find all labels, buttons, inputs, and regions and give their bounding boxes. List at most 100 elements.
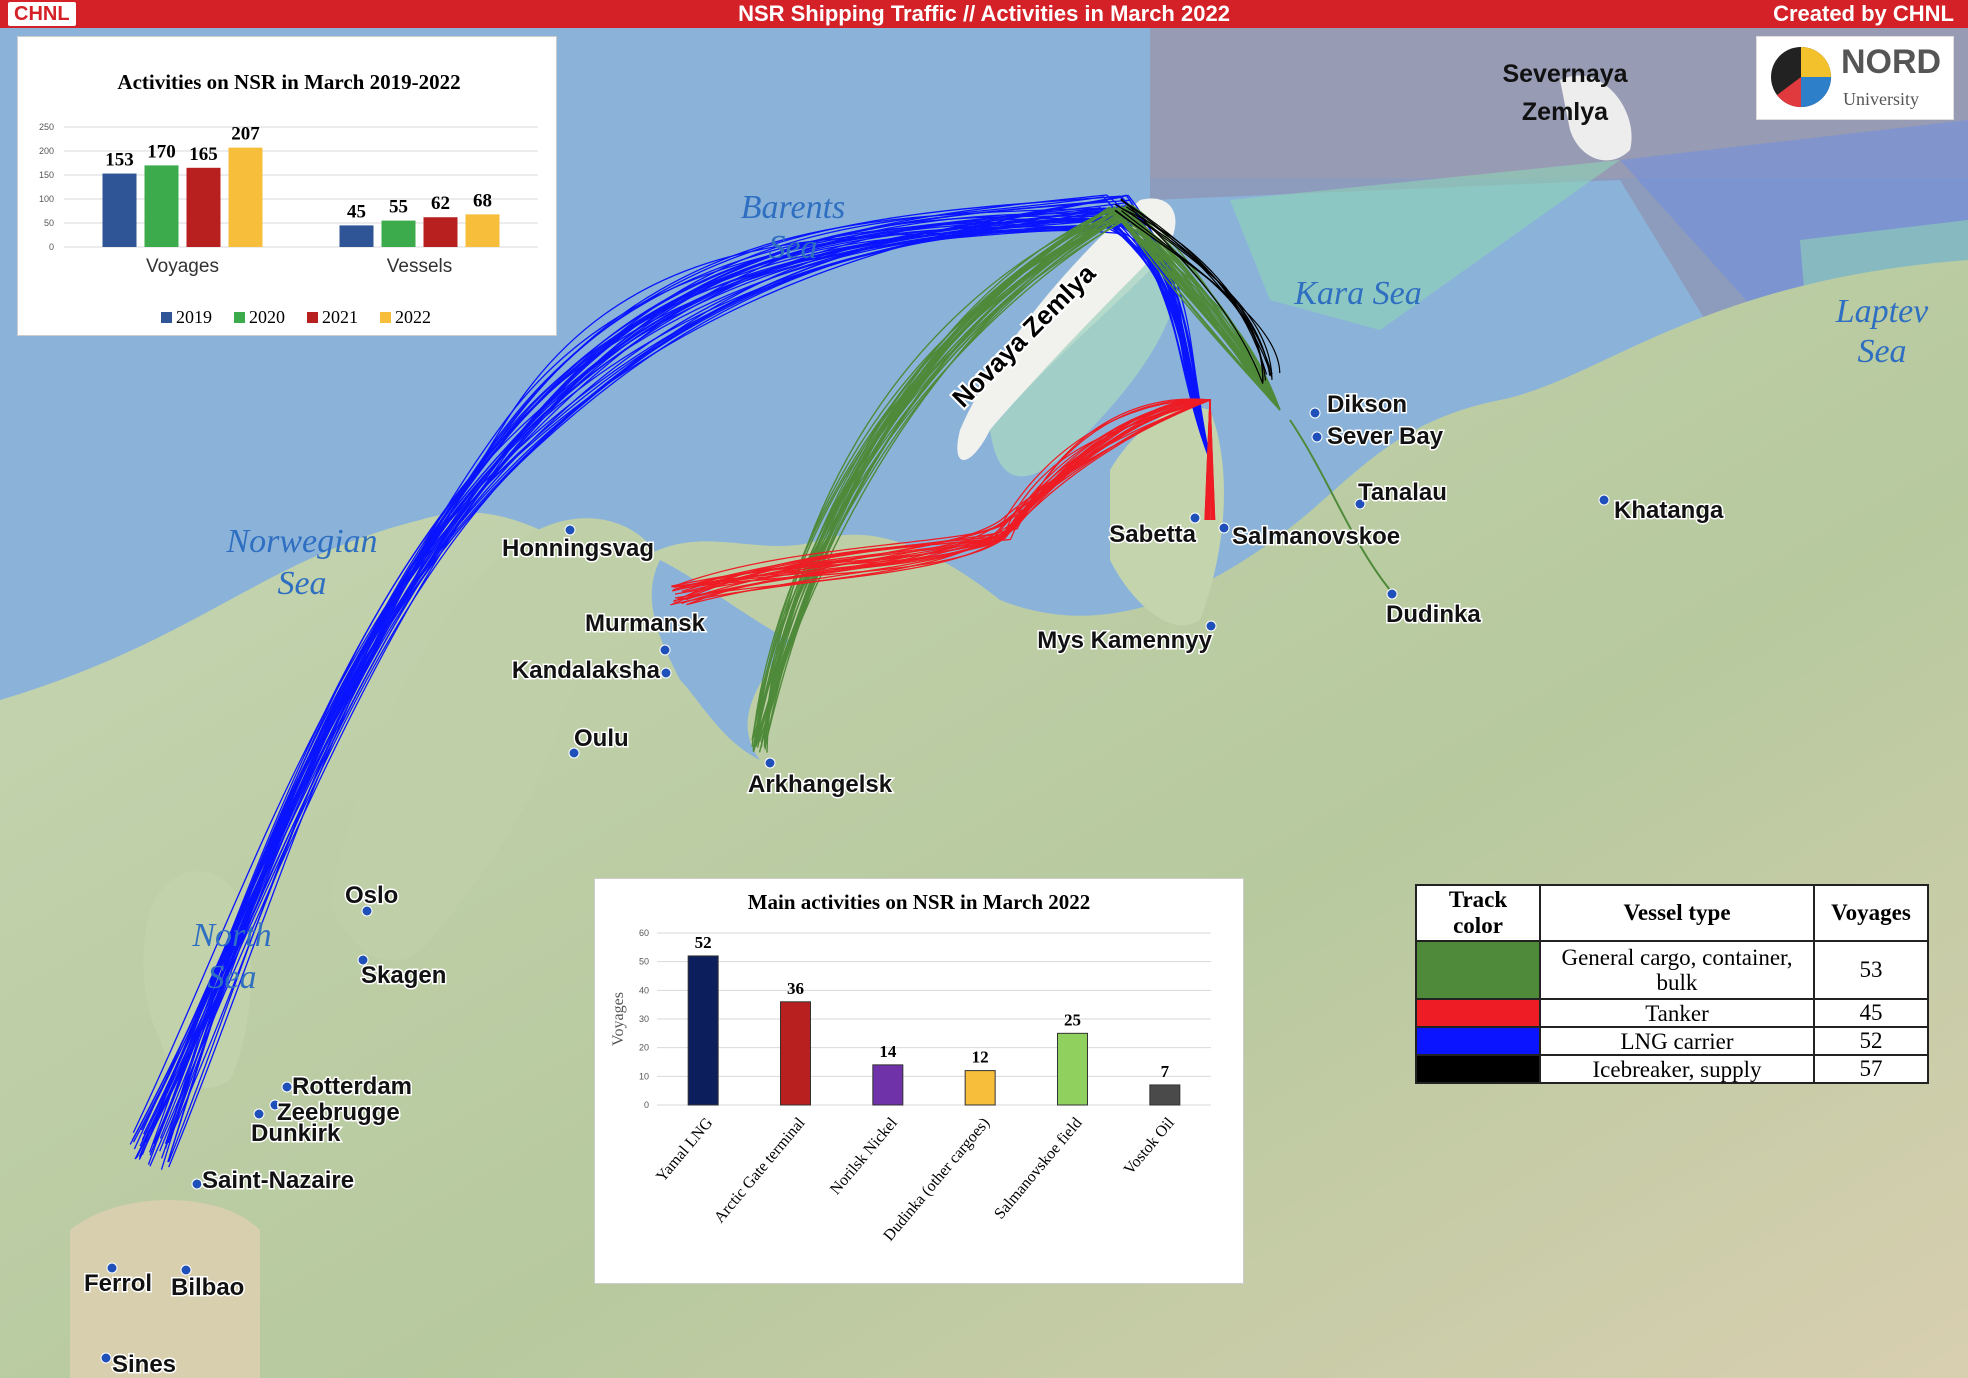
chart2-category-label: Yamal LNG: [653, 1114, 716, 1185]
legend-voyages: 45: [1813, 998, 1929, 1028]
legend-row: General cargo, container, bulk 53: [1415, 940, 1929, 1000]
chart2-bar: [780, 1001, 811, 1106]
chart1-data-label: 170: [147, 141, 176, 162]
legend-row: LNG carrier 52: [1415, 1026, 1929, 1056]
place-label-rotterdam: Rotterdam: [292, 1073, 412, 1100]
place-label-oulu: Oulu: [574, 725, 629, 752]
chart1-legend-label: 2020: [249, 307, 285, 327]
chart2-data-label: 52: [695, 933, 712, 952]
place-label-khatanga: Khatanga: [1614, 497, 1724, 524]
place-label-sabetta: Sabetta: [1109, 521, 1196, 548]
chart1-legend-swatch: [307, 312, 318, 323]
place-label-tanalau: Tanalau: [1358, 479, 1447, 506]
credit-text: Created by CHNL: [1773, 1, 1954, 26]
chart2-data-label: 12: [972, 1048, 989, 1067]
chart2-ytick: 30: [639, 1014, 649, 1024]
place-marker-salmanovskoe: [1218, 522, 1230, 534]
legend-voyages: 53: [1813, 940, 1929, 1000]
legend-header-color: Track color: [1415, 884, 1541, 942]
sea-label-kara: Kara Sea: [1293, 275, 1422, 312]
place-label-dikson: Dikson: [1327, 391, 1407, 418]
chart1-bar: [339, 225, 374, 247]
chart2-data-label: 14: [879, 1042, 897, 1061]
chart1-legend-swatch: [234, 312, 245, 323]
chart2-ytick: 0: [644, 1100, 649, 1110]
chart-panel-2019-2022: Activities on NSR in March 2019-2022 0 50 1…: [17, 36, 557, 336]
chart1-legend-label: 2019: [176, 307, 212, 327]
chart2-category-label: Salmanovskoe field: [991, 1115, 1085, 1223]
place-label-salmanovskoe: Salmanovskoe: [1232, 523, 1400, 550]
chart2-bar: [1149, 1084, 1181, 1106]
chart1-bar: [423, 217, 458, 247]
chart2-ytick: 60: [639, 928, 649, 938]
chart1-ytick: 0: [49, 242, 54, 252]
place-marker-honningsvag: [564, 524, 576, 536]
place-label-arkhangelsk: Arkhangelsk: [748, 771, 893, 798]
chart1-bar: [144, 165, 179, 247]
chart2-ylabel: Voyages: [610, 992, 627, 1046]
place-label-mys-kamennyy: Mys Kamennyy: [1037, 627, 1212, 654]
place-marker-khatanga: [1598, 494, 1610, 506]
place-marker-rotterdam: [281, 1081, 293, 1093]
chart1-ytick: 50: [44, 218, 54, 228]
chart2-data-label: 7: [1161, 1062, 1170, 1081]
place-marker-dudinka: [1386, 588, 1398, 600]
chart1-ytick: 250: [39, 122, 54, 132]
nord-logo-sub: University: [1843, 89, 1919, 109]
chart2-data-label: 25: [1064, 1010, 1081, 1029]
chart1-bar: [381, 220, 416, 247]
chart1-title: Activities on NSR in March 2019-2022: [117, 70, 460, 94]
chart2-ytick: 10: [639, 1071, 649, 1081]
place-marker-kandalaksha: [660, 667, 672, 679]
legend-color-swatch: [1415, 998, 1541, 1028]
chart2-category-label: Vostok Oil: [1121, 1114, 1178, 1178]
chart1-legend-swatch: [380, 312, 391, 323]
chart1-category-label: Vessels: [387, 256, 452, 277]
legend-voyages: 52: [1813, 1026, 1929, 1056]
chart1-data-label: 68: [473, 190, 492, 211]
place-label-sever-bay: Sever Bay: [1327, 423, 1444, 450]
place-label-dunkirk: Dunkirk: [251, 1120, 341, 1147]
chart1-legend-swatch: [161, 312, 172, 323]
legend-header-voyages: Voyages: [1813, 884, 1929, 942]
legend-row: Tanker 45: [1415, 998, 1929, 1028]
place-marker-dunkirk: [253, 1108, 265, 1120]
sea-label-north-2: Sea: [207, 959, 256, 996]
map-title: NSR Shipping Traffic // Activities in Ma…: [738, 1, 1230, 26]
chart1-bar: [228, 147, 263, 247]
legend-color-swatch: [1415, 940, 1541, 1000]
chart2-ytick: 20: [639, 1043, 649, 1053]
chart-main-activities-2022: Main activities on NSR in March 2022 0 10 2…: [610, 890, 1211, 1244]
sea-label-laptev-1: Laptev: [1835, 293, 1929, 330]
place-label-ferrol: Ferrol: [84, 1270, 152, 1297]
place-label-murmansk: Murmansk: [585, 610, 706, 637]
sea-label-norwegian-2: Sea: [277, 565, 326, 602]
legend-vessel-type: Icebreaker, supply: [1539, 1054, 1815, 1084]
legend-color-swatch: [1415, 1026, 1541, 1056]
chart-panel-main-activities: Main activities on NSR in March 2022 0 10 2…: [594, 878, 1244, 1284]
sea-label-barents-2: Sea: [768, 229, 817, 266]
chart1-ytick: 100: [39, 194, 54, 204]
chart1-category-label: Voyages: [146, 256, 219, 277]
chart2-title: Main activities on NSR in March 2022: [748, 890, 1091, 914]
chart2-bar: [964, 1070, 996, 1106]
chart2-ytick: 50: [639, 957, 649, 967]
place-marker-murmansk: [659, 644, 671, 656]
sea-label-norwegian-1: Norwegian: [225, 523, 377, 560]
place-marker-sines: [100, 1352, 112, 1364]
chart2-category-label: Arctic Gate terminal: [711, 1114, 809, 1226]
nord-university-logo: NORD University: [1756, 36, 1954, 120]
place-label-bilbao: Bilbao: [171, 1274, 244, 1301]
chart1-data-label: 62: [431, 193, 450, 214]
place-label-dudinka: Dudinka: [1386, 601, 1481, 628]
land-label-severnaya-2: Zemlya: [1522, 98, 1609, 126]
place-label-sines: Sines: [112, 1351, 176, 1378]
legend-header-type: Vessel type: [1539, 884, 1815, 942]
place-marker-arkhangelsk: [764, 757, 776, 769]
place-marker-saint-nazaire: [191, 1178, 203, 1190]
chart1-bar: [102, 173, 137, 247]
legend-vessel-type: General cargo, container, bulk: [1539, 940, 1815, 1000]
place-label-oslo: Oslo: [345, 882, 398, 909]
chart1-data-label: 207: [231, 124, 260, 145]
chart1-data-label: 55: [389, 197, 408, 218]
